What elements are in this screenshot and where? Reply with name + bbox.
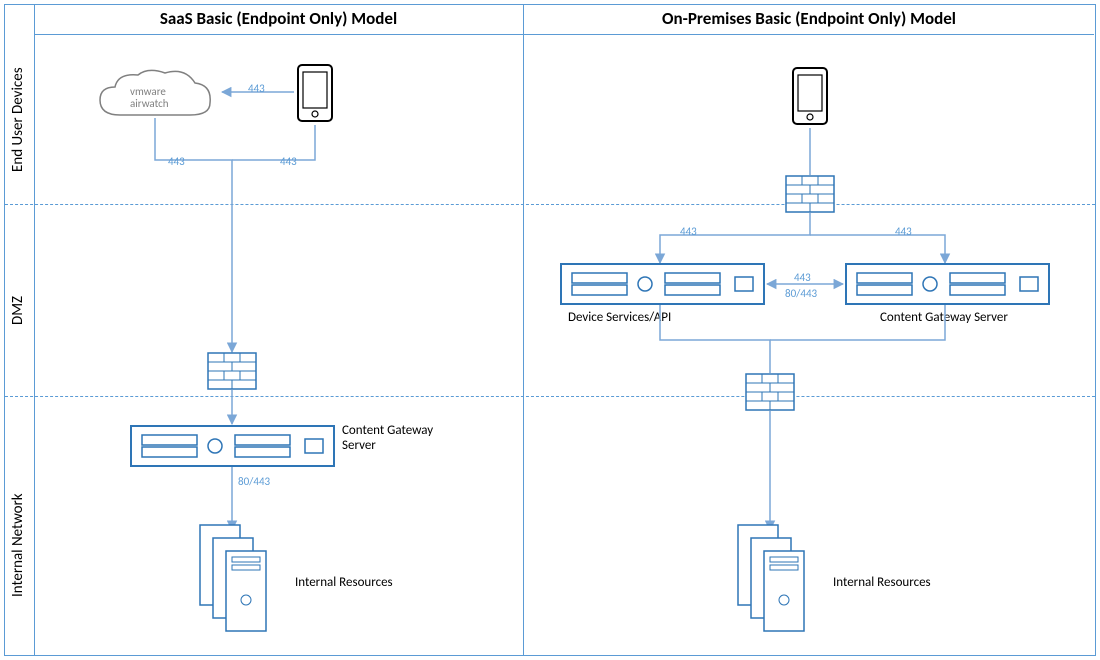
internal-resources-icon (733, 520, 823, 630)
ir-label: Internal Resources (833, 575, 931, 590)
